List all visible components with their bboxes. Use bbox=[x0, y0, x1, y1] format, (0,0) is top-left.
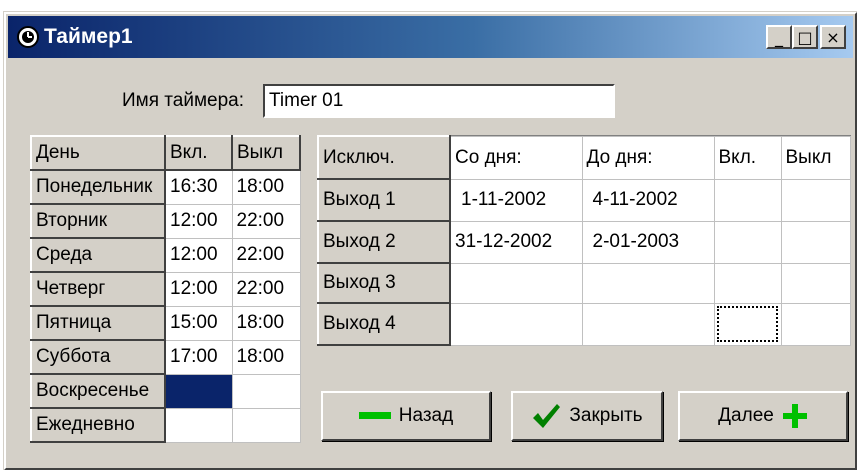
sunday-off-cell[interactable] bbox=[231, 373, 301, 409]
close-icon: × bbox=[826, 27, 840, 47]
title-bar[interactable]: Таймер1 _ □ × bbox=[8, 16, 853, 58]
exceptions-table: Исключ. Со дня: До дня: Вкл. Выкл Выход … bbox=[317, 135, 851, 346]
close-window-button[interactable]: × bbox=[820, 25, 846, 49]
timer-name-input[interactable]: Timer 01 bbox=[263, 84, 615, 118]
wednesday-off-cell[interactable]: 22:00 bbox=[231, 237, 301, 273]
next-button[interactable]: Далее bbox=[678, 391, 848, 441]
exceptions-header-name: Исключ. bbox=[317, 135, 451, 180]
output-4-on-cell[interactable] bbox=[713, 302, 782, 346]
output-4-off-cell[interactable] bbox=[780, 302, 851, 346]
exception-label-output-3: Выход 3 bbox=[317, 262, 451, 304]
monday-on-cell[interactable]: 16:30 bbox=[164, 169, 233, 205]
saturday-on-cell[interactable]: 17:00 bbox=[164, 339, 233, 375]
output-3-on-cell[interactable] bbox=[713, 262, 782, 304]
output-3-to-cell[interactable] bbox=[581, 262, 715, 304]
thursday-on-cell[interactable]: 12:00 bbox=[164, 271, 233, 307]
close-button-label: Закрыть bbox=[569, 405, 643, 426]
wednesday-on-cell[interactable]: 12:00 bbox=[164, 237, 233, 273]
thursday-off-cell[interactable]: 22:00 bbox=[231, 271, 301, 307]
maximize-button[interactable]: □ bbox=[792, 25, 818, 49]
friday-off-cell[interactable]: 18:00 bbox=[231, 305, 301, 341]
schedule-header-off: Выкл bbox=[231, 135, 301, 171]
minimize-button[interactable]: _ bbox=[766, 25, 792, 49]
monday-off-cell[interactable]: 18:00 bbox=[231, 169, 301, 205]
sunday-on-cell[interactable] bbox=[164, 373, 233, 409]
friday-on-cell[interactable]: 15:00 bbox=[164, 305, 233, 341]
day-label-thursday: Четверг bbox=[30, 271, 166, 307]
day-label-friday: Пятница bbox=[30, 305, 166, 341]
exception-label-output-4: Выход 4 bbox=[317, 302, 451, 346]
maximize-icon: □ bbox=[797, 27, 813, 47]
day-label-wednesday: Среда bbox=[30, 237, 166, 273]
timer-name-label: Имя таймера: bbox=[122, 90, 244, 111]
back-button[interactable]: Назад bbox=[321, 391, 491, 441]
timer-window: Таймер1 _ □ × Имя таймера: Timer 01 День… bbox=[4, 12, 857, 470]
exceptions-header-off: Выкл bbox=[780, 135, 851, 180]
schedule-header-on: Вкл. bbox=[164, 135, 233, 171]
window-title: Таймер1 bbox=[44, 25, 133, 48]
output-1-to-cell[interactable]: 4-11-2002 bbox=[581, 178, 715, 222]
output-2-from-cell[interactable]: 31-12-2002 bbox=[449, 220, 583, 264]
output-1-on-cell[interactable] bbox=[713, 178, 782, 222]
exceptions-header-to: До дня: bbox=[581, 135, 715, 180]
daily-off-cell[interactable] bbox=[231, 407, 301, 443]
clock-icon bbox=[17, 26, 39, 48]
exceptions-header-on: Вкл. bbox=[713, 135, 782, 180]
day-label-sunday: Воскресенье bbox=[30, 373, 166, 409]
output-4-to-cell[interactable] bbox=[581, 302, 715, 346]
output-4-from-cell[interactable] bbox=[449, 302, 583, 346]
output-3-from-cell[interactable] bbox=[449, 262, 583, 304]
output-1-from-cell[interactable]: 1-11-2002 bbox=[449, 178, 583, 222]
exception-label-output-1: Выход 1 bbox=[317, 178, 451, 222]
checkmark-icon bbox=[533, 404, 561, 428]
minimize-icon: _ bbox=[775, 27, 783, 47]
plus-icon bbox=[782, 404, 807, 428]
daily-on-cell[interactable] bbox=[164, 407, 233, 443]
schedule-table: День Вкл. Выкл Понедельник 16:30 18:00 В… bbox=[30, 135, 301, 443]
next-button-label: Далее bbox=[718, 405, 774, 426]
close-button[interactable]: Закрыть bbox=[511, 391, 663, 441]
output-1-off-cell[interactable] bbox=[780, 178, 851, 222]
tuesday-on-cell[interactable]: 12:00 bbox=[164, 203, 233, 239]
minus-icon bbox=[358, 412, 391, 419]
saturday-off-cell[interactable]: 18:00 bbox=[231, 339, 301, 375]
exception-label-output-2: Выход 2 bbox=[317, 220, 451, 264]
day-label-monday: Понедельник bbox=[30, 169, 166, 205]
day-label-daily: Ежедневно bbox=[30, 407, 166, 443]
exceptions-header-from: Со дня: bbox=[449, 135, 583, 180]
back-button-label: Назад bbox=[398, 405, 454, 426]
output-2-to-cell[interactable]: 2-01-2003 bbox=[581, 220, 715, 264]
output-3-off-cell[interactable] bbox=[780, 262, 851, 304]
day-label-saturday: Суббота bbox=[30, 339, 166, 375]
day-label-tuesday: Вторник bbox=[30, 203, 166, 239]
schedule-header-day: День bbox=[30, 135, 166, 171]
output-2-off-cell[interactable] bbox=[780, 220, 851, 264]
tuesday-off-cell[interactable]: 22:00 bbox=[231, 203, 301, 239]
output-2-on-cell[interactable] bbox=[713, 220, 782, 264]
